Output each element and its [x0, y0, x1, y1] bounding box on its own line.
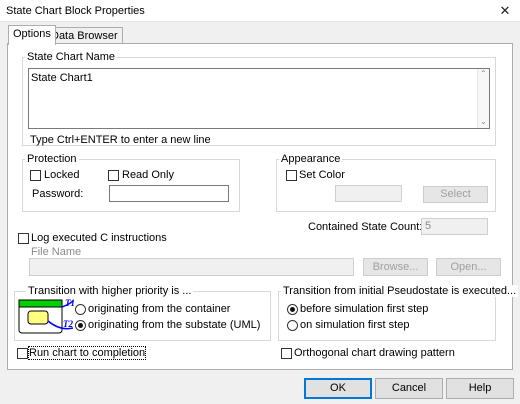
priority-container-radio[interactable]	[75, 304, 86, 315]
contained-count-label: Contained State Count:	[308, 221, 423, 233]
browse-button-label: Browse...	[372, 261, 419, 273]
log-label[interactable]: Log executed C instructions	[31, 232, 167, 244]
initial-before-label[interactable]: before simulation first step	[300, 303, 428, 315]
tab-options-label: Options	[13, 28, 51, 40]
close-icon[interactable]: ✕	[490, 0, 520, 22]
contained-count-value: 5	[425, 220, 432, 232]
file-name-label: File Name	[31, 246, 82, 258]
file-name-field[interactable]	[29, 258, 354, 276]
name-hint: Type Ctrl+ENTER to enter a new line	[30, 134, 211, 146]
locked-label[interactable]: Locked	[44, 169, 79, 181]
tab-options[interactable]: Options	[8, 25, 56, 45]
select-color-button-label: Select	[440, 188, 471, 200]
set-color-checkbox[interactable]	[286, 170, 297, 181]
run-to-completion-checkbox[interactable]	[17, 348, 28, 359]
name-group-label: State Chart Name	[25, 51, 118, 63]
tab-data-browser-label: Data Browser	[51, 30, 118, 42]
container-header-shape	[18, 299, 63, 308]
orthogonal-checkbox[interactable]	[281, 348, 292, 359]
contained-count-field: 5	[421, 218, 488, 235]
select-color-button[interactable]: Select	[423, 186, 488, 203]
set-color-label[interactable]: Set Color	[299, 169, 345, 181]
protection-group-label: Protection	[25, 153, 79, 165]
initial-group	[278, 291, 496, 341]
read-only-checkbox[interactable]	[108, 170, 119, 181]
password-field[interactable]	[109, 185, 229, 202]
title-bar: State Chart Block Properties ✕	[0, 0, 520, 22]
ok-button[interactable]: OK	[304, 378, 372, 399]
window-title: State Chart Block Properties	[6, 5, 145, 17]
priority-diagram: T1 T2	[18, 298, 75, 334]
initial-before-radio[interactable]	[287, 304, 298, 315]
orthogonal-label[interactable]: Orthogonal chart drawing pattern	[294, 347, 455, 359]
open-button-label: Open...	[450, 261, 487, 273]
scroll-down-icon[interactable]: ⌄	[480, 117, 487, 126]
color-swatch	[335, 185, 402, 202]
name-scrollbar[interactable]: ⌃ ⌄	[477, 69, 489, 128]
state-chart-name-value: State Chart1	[31, 72, 93, 84]
priority-group-label: Transition with higher priority is ...	[26, 285, 194, 297]
priority-container-label[interactable]: originating from the container	[88, 303, 230, 315]
open-button[interactable]: Open...	[436, 258, 501, 276]
cancel-button-label: Cancel	[391, 382, 427, 394]
read-only-label[interactable]: Read Only	[122, 169, 174, 181]
help-button[interactable]: Help	[446, 378, 514, 399]
substate-shape	[27, 310, 49, 325]
scroll-up-icon[interactable]: ⌃	[480, 69, 487, 78]
run-to-completion-label[interactable]: Run chart to completion	[27, 346, 147, 360]
appearance-group-label: Appearance	[279, 153, 343, 165]
browse-button[interactable]: Browse...	[363, 258, 428, 276]
state-chart-name-field[interactable]: State Chart1 ⌃ ⌄	[28, 68, 490, 129]
initial-on-label[interactable]: on simulation first step	[300, 319, 409, 331]
help-button-label: Help	[468, 382, 492, 394]
transition-label-t1: T1	[65, 298, 75, 308]
cancel-button[interactable]: Cancel	[375, 378, 443, 399]
initial-on-radio[interactable]	[287, 320, 298, 331]
locked-checkbox[interactable]	[30, 170, 41, 181]
ok-button-label: OK	[330, 382, 346, 394]
priority-substate-label[interactable]: originating from the substate (UML)	[88, 319, 260, 331]
log-checkbox[interactable]	[18, 233, 29, 244]
priority-substate-radio[interactable]	[75, 320, 86, 331]
transition-label-t2: T2	[63, 319, 73, 329]
initial-group-label: Transition from initial Pseudostate is e…	[281, 285, 519, 297]
password-label: Password:	[32, 188, 84, 200]
